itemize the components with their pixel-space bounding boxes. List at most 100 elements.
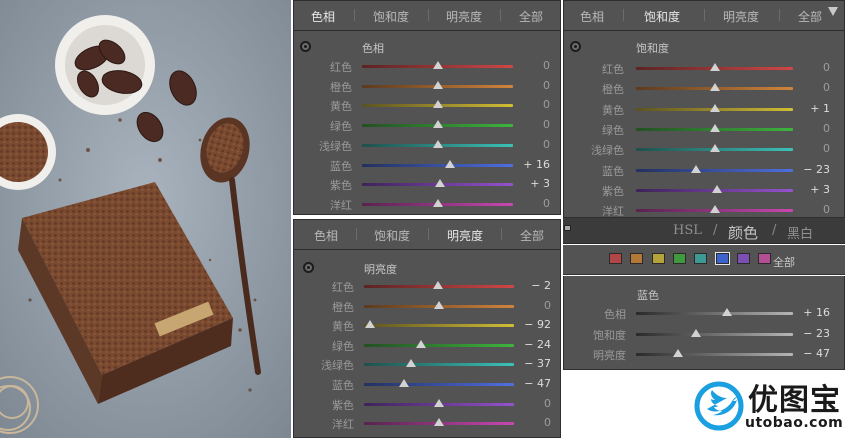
slider-thumb[interactable]: [432, 139, 443, 148]
slider-track[interactable]: [364, 343, 514, 347]
slider-value: 0: [823, 121, 830, 135]
tab-hue[interactable]: 色相: [311, 8, 335, 25]
color-chip[interactable]: [651, 253, 665, 264]
divider-slash: /: [713, 223, 718, 238]
slider-thumb[interactable]: [722, 308, 733, 316]
slider-value: 0: [544, 298, 551, 312]
slider-thumb[interactable]: [444, 159, 455, 168]
slider-thumb[interactable]: [406, 359, 417, 368]
slider-thumb[interactable]: [416, 339, 426, 348]
slider-thumb[interactable]: [709, 83, 720, 92]
slider-thumb[interactable]: [434, 300, 444, 309]
slider-value: − 2: [531, 279, 551, 292]
hue-panel: 色相 饱和度 明亮度 全部 色相 红色 0 橙色 0 黄色 0 绿色 0 浅绿色 0 蓝色 + 16 紫…: [293, 0, 561, 215]
divider-slash: /: [772, 223, 777, 238]
black-white-mode[interactable]: 黑白: [787, 223, 813, 242]
slider-thumb[interactable]: [709, 144, 720, 153]
slider-thumb[interactable]: [432, 198, 443, 207]
slider-label: 蓝色: [330, 159, 352, 173]
slider-label: 黄色: [332, 320, 354, 334]
slider-label: 黄色: [330, 100, 352, 114]
slider-thumb[interactable]: [434, 418, 444, 427]
slider-thumb[interactable]: [709, 123, 720, 132]
tab-all[interactable]: 全部: [520, 227, 544, 244]
slider-thumb[interactable]: [365, 320, 375, 329]
color-chip[interactable]: [672, 253, 686, 264]
slider-label: 红色: [330, 61, 352, 74]
slider-thumb[interactable]: [434, 398, 444, 407]
color-chip[interactable]: [609, 253, 622, 264]
panel-collapse-icon[interactable]: [564, 225, 571, 231]
slider-label: 橙色: [602, 83, 624, 97]
slider-track[interactable]: [362, 163, 513, 167]
slider-track[interactable]: [636, 332, 793, 336]
slider-track[interactable]: [364, 383, 514, 386]
color-chip[interactable]: [630, 253, 644, 264]
slider-value: + 3: [530, 177, 550, 191]
slider-track[interactable]: [364, 363, 514, 367]
tab-saturation[interactable]: 饱和度: [374, 227, 410, 244]
target-adjustment-icon[interactable]: [300, 41, 311, 52]
tab-luminance[interactable]: 明亮度: [447, 227, 483, 244]
slider-track[interactable]: [364, 324, 514, 328]
slider-value: − 92: [524, 318, 551, 332]
slider-label: 浅绿色: [591, 144, 624, 158]
slider-thumb[interactable]: [434, 179, 445, 188]
slider-track[interactable]: [636, 168, 793, 172]
slider-value: 0: [823, 203, 830, 217]
slider-thumb[interactable]: [432, 281, 443, 289]
tab-saturation[interactable]: 饱和度: [644, 8, 680, 25]
chocolate-cake-photo: [0, 0, 291, 438]
slider-label: 橙色: [330, 80, 352, 94]
slider-label: 色相: [604, 308, 626, 321]
bird-logo-icon: [694, 381, 744, 431]
slider-label: 蓝色: [602, 164, 624, 178]
slider-thumb[interactable]: [398, 379, 409, 387]
hsl-mode[interactable]: HSL: [673, 223, 702, 238]
tab-all[interactable]: 全部: [798, 8, 822, 25]
tab-separator: [779, 9, 780, 21]
slider-track[interactable]: [636, 353, 793, 356]
color-mode[interactable]: 颜色: [728, 222, 758, 243]
slider-value: 0: [544, 396, 551, 410]
slider-label: 洋红: [332, 418, 354, 432]
color-chip[interactable]: [694, 253, 708, 264]
slider-value: 0: [823, 142, 830, 156]
color-chip[interactable]: [736, 253, 750, 264]
target-adjustment-icon[interactable]: [570, 41, 581, 52]
slider-thumb[interactable]: [432, 80, 443, 89]
slider-thumb[interactable]: [432, 120, 443, 129]
all-colors-option[interactable]: 全部: [773, 254, 795, 270]
target-adjustment-icon[interactable]: [303, 262, 314, 273]
collapse-triangle-icon[interactable]: [828, 7, 838, 16]
tab-saturation[interactable]: 饱和度: [373, 8, 409, 25]
tab-all[interactable]: 全部: [519, 8, 543, 25]
tab-luminance[interactable]: 明亮度: [446, 8, 482, 25]
luminance-panel: 色相 饱和度 明亮度 全部 明亮度 红色 − 2 橙色 0 黄色 − 92 绿色 − 24 浅绿…: [293, 219, 561, 438]
slider-label: 黄色: [602, 103, 624, 117]
slider-thumb[interactable]: [711, 184, 722, 193]
slider-label: 洋红: [602, 205, 624, 219]
slider-thumb[interactable]: [432, 100, 443, 109]
slider-thumb[interactable]: [709, 63, 720, 71]
luminance-panel-tabs: 色相 饱和度 明亮度 全部: [294, 220, 560, 250]
slider-thumb[interactable]: [691, 164, 702, 173]
color-chip[interactable]: [714, 252, 730, 265]
slider-track[interactable]: [636, 312, 793, 315]
tab-separator: [500, 9, 501, 21]
hue-panel-tabs: 色相 饱和度 明亮度 全部: [294, 1, 560, 31]
slider-thumb[interactable]: [672, 349, 683, 357]
slider-value: − 47: [803, 347, 830, 360]
tab-hue[interactable]: 色相: [580, 8, 604, 25]
slider-thumb[interactable]: [709, 205, 720, 214]
slider-label: 饱和度: [593, 328, 626, 342]
color-chip[interactable]: [758, 253, 772, 264]
slider-label: 紫色: [332, 398, 354, 412]
slider-value: − 23: [803, 326, 830, 340]
slider-thumb[interactable]: [710, 103, 721, 112]
tab-hue[interactable]: 色相: [314, 227, 338, 244]
slider-thumb[interactable]: [432, 61, 443, 69]
tab-luminance[interactable]: 明亮度: [723, 8, 759, 25]
slider-thumb[interactable]: [691, 328, 702, 337]
slider-label: 明亮度: [593, 349, 626, 362]
